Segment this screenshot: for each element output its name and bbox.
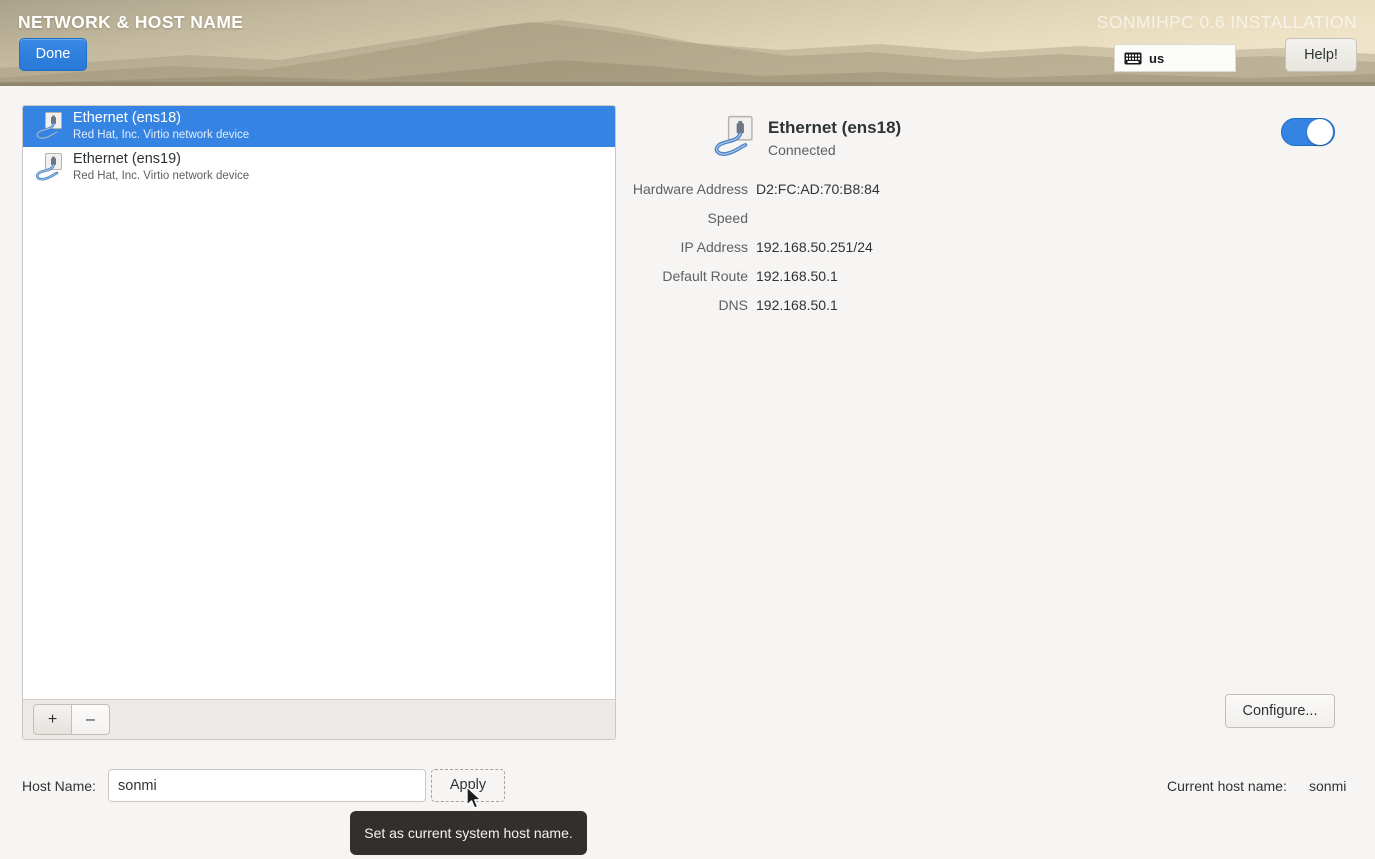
device-description: Red Hat, Inc. Virtio network device (73, 170, 250, 183)
device-name: Ethernet (ens18) (73, 110, 182, 127)
network-device-list[interactable]: Ethernet (ens18) Red Hat, Inc. Virtio ne… (23, 106, 615, 701)
apply-button-tooltip: Set as current system host name. (350, 811, 587, 855)
keyboard-layout-label: us (1149, 50, 1165, 66)
detail-label: Default Route (662, 268, 748, 284)
ethernet-icon (35, 112, 62, 140)
detail-value: 192.168.50.1 (756, 268, 838, 284)
help-button[interactable]: Help! (1285, 38, 1357, 72)
list-item[interactable]: Ethernet (ens19) Red Hat, Inc. Virtio ne… (23, 147, 615, 188)
detail-row: DNS 192.168.50.1 (628, 297, 1088, 326)
device-description: Red Hat, Inc. Virtio network device (73, 129, 250, 142)
configure-button[interactable]: Configure... (1225, 694, 1335, 728)
hostname-input[interactable] (108, 769, 426, 802)
device-detail-fields: Hardware Address D2:FC:AD:70:B8:84 Speed… (628, 181, 1088, 326)
done-button[interactable]: Done (19, 38, 87, 71)
hostname-label: Host Name: (22, 778, 96, 794)
network-device-list-frame: Ethernet (ens18) Red Hat, Inc. Virtio ne… (22, 105, 616, 740)
detail-row: Speed (628, 210, 1088, 239)
current-hostname-label: Current host name: (1167, 778, 1287, 794)
detail-row: Hardware Address D2:FC:AD:70:B8:84 (628, 181, 1088, 210)
toggle-knob (1307, 119, 1333, 145)
ethernet-icon (714, 115, 753, 156)
detail-value: 192.168.50.1 (756, 297, 838, 313)
detail-label: IP Address (680, 239, 748, 255)
detail-row: IP Address 192.168.50.251/24 (628, 239, 1088, 268)
device-list-toolbar: + – (23, 699, 615, 739)
keyboard-layout-indicator[interactable]: us (1114, 44, 1236, 72)
page-title: NETWORK & HOST NAME (18, 12, 244, 32)
detail-label: Hardware Address (632, 181, 748, 197)
detail-device-name: Ethernet (ens18) (768, 118, 902, 137)
device-details-panel: Ethernet (ens18) Connected Hardware Addr… (628, 105, 1358, 740)
keyboard-icon (1124, 52, 1142, 64)
detail-value: 192.168.50.251/24 (756, 239, 873, 255)
device-name: Ethernet (ens19) (73, 151, 182, 168)
list-item[interactable]: Ethernet (ens18) Red Hat, Inc. Virtio ne… (23, 106, 615, 147)
detail-value: D2:FC:AD:70:B8:84 (756, 181, 880, 197)
detail-row: Default Route 192.168.50.1 (628, 268, 1088, 297)
detail-label: DNS (718, 297, 748, 313)
ethernet-icon (35, 153, 62, 181)
detail-label: Speed (707, 210, 748, 226)
installer-header-bar: NETWORK & HOST NAME SONMIHPC 0.6 INSTALL… (0, 0, 1375, 86)
apply-button[interactable]: Apply (431, 769, 505, 802)
remove-device-button[interactable]: – (71, 704, 110, 735)
current-hostname-value: sonmi (1309, 778, 1347, 794)
connection-toggle-switch[interactable] (1281, 118, 1335, 146)
installation-title: SONMIHPC 0.6 INSTALLATION (1096, 12, 1357, 32)
detail-connection-status: Connected (768, 142, 836, 158)
add-device-button[interactable]: + (33, 704, 72, 735)
device-details-header: Ethernet (ens18) Connected (710, 113, 901, 161)
